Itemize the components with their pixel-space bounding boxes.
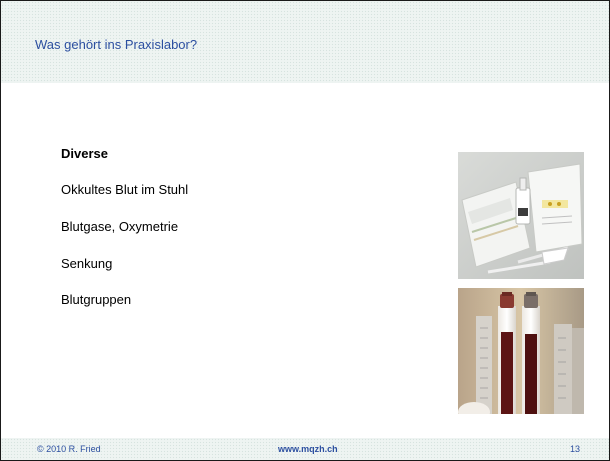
sedimentation-tubes-photo [458,288,584,414]
list-item: Blutgruppen [61,292,132,307]
section-heading: Diverse [61,146,108,161]
list-item: Okkultes Blut im Stuhl [61,182,189,197]
footer-copyright: © 2010 R. Fried [37,444,101,454]
slide-title: Was gehört ins Praxislabor? [35,37,198,52]
slide-header: Was gehört ins Praxislabor? [1,1,609,83]
page-number: 13 [570,444,581,454]
list-item: Blutgase, Oxymetrie [61,219,179,234]
test-kit-photo [458,152,584,279]
footer-website-link[interactable]: www.mqzh.ch [278,444,338,454]
slide-footer: © 2010 R. Fried www.mqzh.ch 13 [1,438,609,460]
list-item: Senkung [61,256,113,271]
slide: Was gehört ins Praxislabor? Diverse Okku… [0,0,610,461]
